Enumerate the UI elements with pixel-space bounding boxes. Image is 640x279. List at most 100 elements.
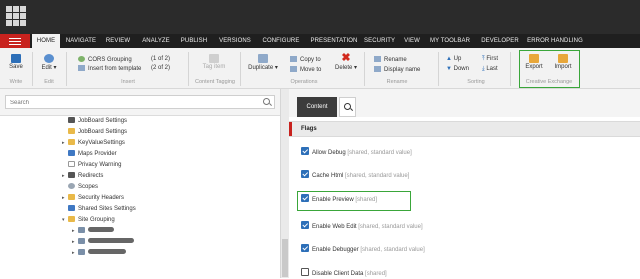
duplicate-icon — [258, 54, 268, 63]
chevron-down-icon: ▾ — [273, 65, 278, 71]
content-editor: Content Flags Allow Debug [shared, stand… — [289, 89, 640, 278]
tagging-group-label: Content Tagging — [195, 79, 235, 85]
delete-button[interactable]: ✖ Delete ▾ — [332, 52, 360, 72]
divider — [364, 52, 365, 86]
checkbox[interactable] — [301, 244, 309, 252]
editor-tabs: Content — [289, 89, 640, 117]
edit-group-label: Edit — [44, 79, 54, 85]
up-button[interactable]: ▲ Up — [446, 56, 461, 62]
search-box — [5, 95, 275, 109]
tab-publish[interactable]: PUBLISH — [178, 34, 210, 48]
map-icon — [68, 150, 75, 156]
editor-search-button[interactable] — [339, 97, 356, 117]
down-button[interactable]: ▼ Down — [446, 66, 469, 72]
insert-item-icon — [78, 56, 85, 62]
folder-icon — [68, 194, 75, 200]
tab-configure[interactable]: CONFIGURE — [259, 34, 303, 48]
cors-count: (1 of 2) — [151, 56, 171, 62]
menu-icon[interactable] — [0, 34, 30, 48]
checkbox[interactable] — [301, 147, 309, 155]
tree-search-bar — [0, 89, 280, 116]
tag-item-label: Tag item — [202, 64, 226, 70]
folder-icon — [68, 216, 75, 222]
rename-group-label: Rename — [386, 79, 408, 85]
tab-view[interactable]: VIEW — [401, 34, 423, 48]
app-header — [0, 0, 640, 34]
highlight-box — [297, 191, 411, 211]
template-icon — [78, 65, 85, 71]
content-tree-pane: JobBoard Settings JobBoard Settings ▸Key… — [0, 89, 280, 278]
site-icon — [78, 227, 85, 233]
settings-item-icon — [68, 139, 75, 145]
insert-group-label: Insert — [121, 79, 135, 85]
save-button[interactable]: Save — [6, 54, 26, 70]
ribbon-tabs: HOME NAVIGATE REVIEW ANALYZE PUBLISH VER… — [0, 34, 640, 48]
scrollbar-thumb[interactable] — [282, 239, 288, 277]
sitecore-logo-icon[interactable] — [6, 6, 26, 26]
highlight-box — [519, 50, 580, 88]
edit-button[interactable]: Edit ▾ — [38, 54, 60, 71]
divider — [188, 52, 189, 86]
checkbox[interactable] — [301, 170, 309, 178]
tab-my-toolbar[interactable]: MY TOOLBAR — [428, 34, 472, 48]
tag-item-button[interactable]: Tag item — [200, 54, 228, 70]
display-name-icon — [374, 66, 381, 72]
tag-icon — [209, 54, 219, 63]
insert-from-template[interactable]: Insert from template — [78, 65, 141, 72]
copy-to-button[interactable]: Copy to — [290, 56, 321, 63]
tab-review[interactable]: REVIEW — [103, 34, 133, 48]
field-cache-html[interactable]: Cache Html [shared, standard value] — [301, 170, 409, 180]
edit-icon — [44, 54, 54, 63]
tab-versions[interactable]: VERSIONS — [216, 34, 254, 48]
divider — [240, 52, 241, 86]
tab-developer[interactable]: DEVELOPER — [479, 34, 521, 48]
rename-button[interactable]: Rename — [374, 56, 407, 63]
redirect-icon — [68, 172, 75, 178]
tab-security[interactable]: SECURITY — [364, 34, 395, 48]
edit-label: Edit — [41, 65, 52, 71]
redacted-text — [88, 238, 134, 243]
field-allow-debug[interactable]: Allow Debug [shared, standard value] — [301, 147, 412, 157]
delete-icon: ✖ — [341, 52, 351, 64]
move-icon — [290, 66, 297, 72]
duplicate-button[interactable]: Duplicate ▾ — [246, 54, 280, 71]
tab-home[interactable]: HOME — [32, 34, 60, 48]
chevron-down-icon: ▾ — [352, 65, 358, 71]
tab-navigate[interactable]: NAVIGATE — [62, 34, 100, 48]
insert-cors-grouping[interactable]: CORS Grouping — [78, 56, 132, 63]
search-icon — [344, 103, 351, 110]
display-name-button[interactable]: Display name — [374, 66, 420, 73]
document-icon — [68, 161, 75, 167]
chevron-down-icon: ▾ — [51, 65, 57, 71]
tree-scrollbar[interactable] — [280, 89, 289, 278]
move-to-button[interactable]: Move to — [290, 66, 321, 73]
checkbox[interactable] — [301, 221, 309, 229]
tab-error-handling[interactable]: ERROR HANDLING — [526, 34, 584, 48]
search-input[interactable] — [10, 98, 250, 107]
divider — [66, 52, 67, 86]
tab-presentation[interactable]: PRESENTATION — [308, 34, 360, 48]
last-button[interactable]: ⤓ Last — [482, 66, 498, 73]
scopes-icon — [68, 183, 75, 189]
arrow-up-icon: ▲ — [446, 56, 454, 62]
field-enable-debugger[interactable]: Enable Debugger [shared, standard value] — [301, 244, 425, 254]
tree-item-redacted[interactable]: ▸ — [72, 247, 126, 259]
save-label: Save — [9, 64, 23, 70]
write-group-label: Write — [9, 79, 23, 85]
first-button[interactable]: ⤒ First — [482, 56, 498, 63]
folder-icon — [68, 128, 75, 134]
site-icon — [78, 238, 85, 244]
copy-icon — [290, 56, 297, 62]
section-title: Flags — [301, 126, 317, 132]
field-enable-web-edit[interactable]: Enable Web Edit [shared, standard value] — [301, 221, 423, 231]
sorting-group-label: Sorting — [467, 79, 485, 85]
checkbox[interactable] — [301, 268, 309, 276]
redacted-text — [88, 227, 114, 232]
divider — [438, 52, 439, 86]
tab-content[interactable]: Content — [297, 97, 337, 117]
section-header-flags[interactable]: Flags — [289, 121, 640, 137]
tab-analyze[interactable]: ANALYZE — [138, 34, 174, 48]
arrow-down-icon: ▼ — [446, 66, 454, 72]
field-disable-client-data[interactable]: Disable Client Data [shared] — [301, 268, 387, 278]
search-icon[interactable] — [263, 98, 270, 105]
